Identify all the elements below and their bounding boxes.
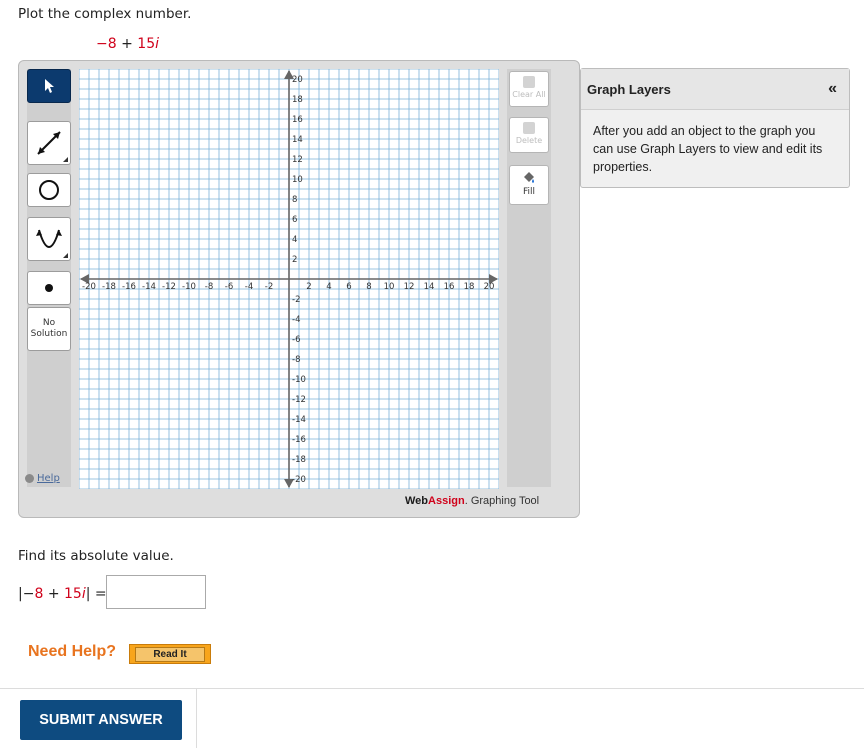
graph-layers-header: Graph Layers «	[581, 69, 849, 110]
help-label: Help	[37, 473, 60, 484]
read-it-label: Read It	[135, 646, 205, 662]
imag-coef: 15	[137, 36, 156, 52]
brand-web: Web	[405, 495, 429, 507]
clear-all-label: Clear All	[512, 90, 546, 99]
x-tick-label: 4	[326, 282, 331, 292]
point-tool-button[interactable]	[27, 271, 71, 305]
x-tick-label: -14	[142, 282, 156, 292]
y-tick-label: 4	[292, 235, 297, 245]
x-tick-label: 8	[366, 282, 371, 292]
brand-suffix: . Graphing Tool	[464, 495, 540, 507]
trash-icon	[523, 122, 535, 134]
fill-label: Fill	[522, 187, 536, 197]
brand-assign: Assign	[428, 495, 465, 507]
graph-layers-title: Graph Layers	[587, 81, 671, 97]
y-tick-label: -8	[292, 355, 300, 365]
x-tick-label: 14	[424, 282, 435, 292]
x-tick-label: 12	[404, 282, 415, 292]
parabola-icon	[36, 229, 62, 248]
x-tick-label: -2	[265, 282, 273, 292]
x-tick-label: 20	[484, 282, 495, 292]
plus-sign: +	[116, 36, 138, 52]
no-solution-label-1: No	[42, 318, 56, 328]
abs-imag-coef: 15	[64, 586, 82, 602]
y-tick-label: 12	[292, 155, 303, 165]
x-tick-label: 10	[384, 282, 395, 292]
clear-icon	[523, 76, 535, 88]
circle-tool-button[interactable]	[27, 173, 71, 207]
x-tick-label: 16	[444, 282, 455, 292]
y-tick-label: 6	[292, 215, 297, 225]
x-tick-label: 18	[464, 282, 475, 292]
question-prompt: Plot the complex number.	[18, 6, 192, 22]
y-tick-label: 10	[292, 175, 303, 185]
y-tick-label: -14	[292, 415, 306, 425]
absolute-value-expression: |−8 + 15i| =	[18, 586, 107, 602]
coordinate-grid[interactable]: -20 -18 -16 -14 -12 -10 -8 -6 -4 -2 2 4 6 8 10 12 14 16 18…	[79, 69, 499, 489]
x-tick-label: 6	[346, 282, 351, 292]
fill-button[interactable]: Fill	[509, 165, 549, 205]
no-solution-button[interactable]: No Solution	[27, 307, 71, 351]
graph-layers-panel: Graph Layers « After you add an object t…	[580, 68, 850, 188]
webassign-brand: WebAssign. Graphing Tool	[405, 495, 539, 507]
y-tick-label: 8	[292, 195, 297, 205]
line-tool-button[interactable]	[27, 121, 71, 165]
absolute-value-prompt: Find its absolute value.	[18, 548, 174, 564]
submenu-indicator-icon	[63, 157, 68, 162]
y-tick-label: -20	[292, 475, 306, 485]
x-tick-label: -6	[225, 282, 233, 292]
absolute-value-input[interactable]	[106, 575, 206, 609]
graph-layers-body: After you add an object to the graph you…	[593, 124, 823, 174]
parabola-tool-button[interactable]	[27, 217, 71, 261]
y-tick-label: 20	[292, 75, 303, 85]
y-tick-label: -16	[292, 435, 306, 445]
y-tick-label: -6	[292, 335, 300, 345]
y-tick-label: -10	[292, 375, 306, 385]
toolbar: No Solution	[27, 69, 71, 487]
graphing-tool: No Solution Help -20 -18 -16 -14 -12 -10 -8 -6 -4…	[18, 60, 580, 518]
real-part: −8	[96, 36, 117, 52]
x-tick-label: -16	[122, 282, 136, 292]
complex-number: −8 + 15i	[96, 36, 159, 52]
delete-label: Delete	[515, 136, 543, 145]
abs-close: | =	[85, 586, 107, 602]
point-icon	[45, 284, 53, 292]
x-tick-label: -20	[82, 282, 96, 292]
pointer-tool-button[interactable]	[27, 69, 71, 103]
submit-answer-button[interactable]: SUBMIT ANSWER	[20, 700, 182, 740]
y-tick-label: -18	[292, 455, 306, 465]
imag-unit: i	[155, 36, 159, 52]
paint-bucket-icon	[524, 172, 534, 183]
submenu-indicator-icon	[63, 253, 68, 258]
y-tick-label: -4	[292, 315, 300, 325]
divider-vertical	[196, 688, 197, 748]
x-tick-label: -8	[205, 282, 213, 292]
abs-open: |−	[18, 586, 35, 602]
clear-all-button[interactable]: Clear All	[509, 71, 549, 107]
x-tick-label: -18	[102, 282, 116, 292]
divider	[0, 688, 864, 689]
y-tick-label: -12	[292, 395, 306, 405]
line-segment-icon	[37, 131, 61, 155]
no-solution-label-2: Solution	[30, 329, 68, 339]
y-tick-label: -2	[292, 295, 300, 305]
help-icon	[25, 474, 34, 483]
x-tick-label: -12	[162, 282, 176, 292]
help-link[interactable]: Help	[25, 473, 60, 484]
x-tick-label: -10	[182, 282, 196, 292]
pointer-icon	[45, 79, 54, 93]
need-help-label: Need Help?	[28, 643, 117, 660]
y-tick-label: 2	[292, 255, 297, 265]
delete-button[interactable]: Delete	[509, 117, 549, 153]
collapse-icon[interactable]: «	[828, 80, 837, 98]
x-tick-label: -4	[245, 282, 253, 292]
right-toolbar: Clear All Delete Fill	[507, 69, 551, 487]
y-tick-label: 16	[292, 115, 303, 125]
abs-op: +	[43, 586, 65, 602]
y-tick-label: 18	[292, 95, 303, 105]
x-tick-label: 2	[306, 282, 311, 292]
circle-icon	[39, 180, 59, 200]
read-it-button[interactable]: Read It	[129, 644, 211, 664]
y-tick-label: 14	[292, 135, 303, 145]
